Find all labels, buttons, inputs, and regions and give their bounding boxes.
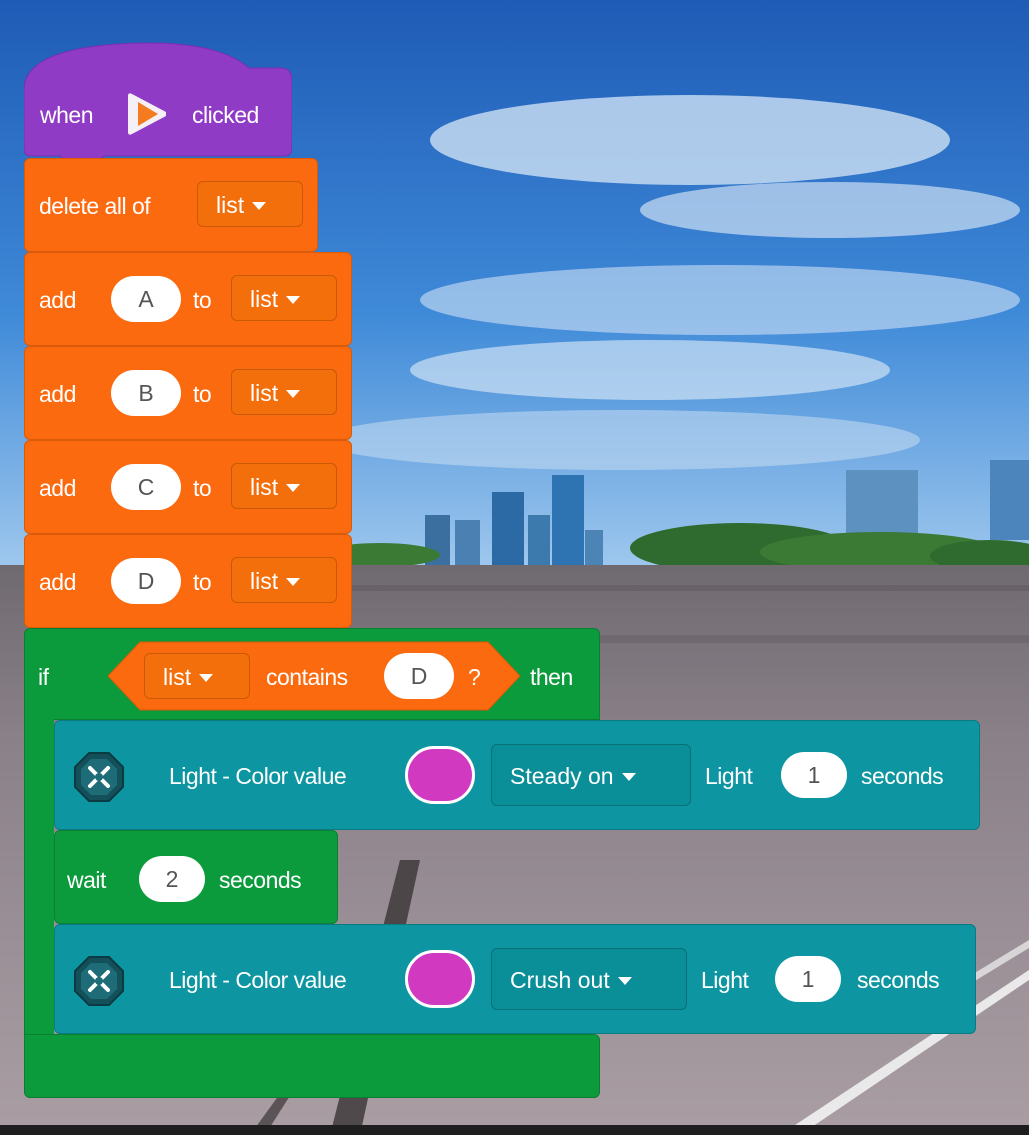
to-label: to [193, 381, 212, 407]
list-contains-condition[interactable]: list contains D ? [108, 640, 520, 712]
list-dropdown[interactable]: list [231, 369, 337, 415]
light-color-block-1[interactable]: Light - Color value Steady on Light 1 se… [54, 720, 980, 830]
add-to-list-block-b[interactable]: add B to list [24, 346, 352, 440]
contains-value-input[interactable]: D [384, 653, 454, 699]
list-dropdown-label: list [250, 474, 279, 500]
light-label: Light [705, 763, 753, 789]
event-when-flag-clicked-block[interactable]: when clicked [24, 30, 292, 167]
drone-light-icon [73, 955, 125, 1012]
add-label: add [39, 287, 76, 313]
light-mode-label: Steady on [510, 763, 614, 789]
list-dropdown[interactable]: list [231, 557, 337, 603]
wait-seconds-block[interactable]: wait 2 seconds [54, 830, 338, 924]
item-value-input[interactable]: C [111, 464, 181, 510]
list-dropdown-label: list [216, 192, 245, 218]
add-to-list-block-d[interactable]: add D to list [24, 534, 352, 628]
list-dropdown-label: list [250, 568, 279, 594]
chevron-down-icon [252, 202, 267, 210]
play-flag-icon [124, 88, 172, 145]
if-block-footer [24, 1034, 600, 1098]
list-dropdown[interactable]: list [197, 181, 303, 227]
item-value-input[interactable]: A [111, 276, 181, 322]
add-to-list-block-a[interactable]: add A to list [24, 252, 352, 346]
clicked-label: clicked [192, 102, 259, 128]
chevron-down-icon [286, 578, 301, 586]
wait-duration-input[interactable]: 2 [139, 856, 205, 902]
light-color-value-label: Light - Color value [169, 763, 347, 789]
seconds-label: seconds [219, 867, 302, 893]
delete-all-of-list-block[interactable]: delete all of list [24, 158, 318, 252]
light-label: Light [701, 967, 749, 993]
duration-input[interactable]: 1 [781, 752, 847, 798]
add-to-list-block-c[interactable]: add C to list [24, 440, 352, 534]
item-value-input[interactable]: D [111, 558, 181, 604]
item-value-input[interactable]: B [111, 370, 181, 416]
add-label: add [39, 475, 76, 501]
list-dropdown-label: list [250, 286, 279, 312]
chevron-down-icon [286, 296, 301, 304]
if-label: if [38, 664, 49, 690]
list-dropdown[interactable]: list [231, 463, 337, 509]
wait-label: wait [67, 867, 106, 893]
light-mode-dropdown[interactable]: Steady on [491, 744, 691, 806]
chevron-down-icon [621, 773, 636, 781]
light-mode-dropdown[interactable]: Crush out [491, 948, 687, 1010]
then-label: then [530, 664, 573, 690]
to-label: to [193, 569, 212, 595]
chevron-down-icon [286, 390, 301, 398]
list-dropdown[interactable]: list [144, 653, 250, 699]
if-block-arm [24, 714, 54, 1044]
color-picker-swatch[interactable] [405, 950, 475, 1008]
list-dropdown-label: list [163, 664, 192, 690]
light-color-value-label: Light - Color value [169, 967, 347, 993]
chevron-down-icon [286, 484, 301, 492]
to-label: to [193, 475, 212, 501]
chevron-down-icon [199, 674, 214, 682]
seconds-label: seconds [857, 967, 940, 993]
delete-all-of-label: delete all of [39, 193, 151, 219]
to-label: to [193, 287, 212, 313]
add-label: add [39, 569, 76, 595]
list-dropdown[interactable]: list [231, 275, 337, 321]
chevron-down-icon [617, 977, 632, 985]
drone-light-icon [73, 751, 125, 808]
duration-input[interactable]: 1 [775, 956, 841, 1002]
light-mode-label: Crush out [510, 967, 610, 993]
add-label: add [39, 381, 76, 407]
list-dropdown-label: list [250, 380, 279, 406]
light-color-block-2[interactable]: Light - Color value Crush out Light 1 se… [54, 924, 976, 1034]
seconds-label: seconds [861, 763, 944, 789]
when-label: when [40, 102, 93, 128]
question-mark-label: ? [468, 664, 481, 690]
color-picker-swatch[interactable] [405, 746, 475, 804]
contains-label: contains [266, 664, 348, 690]
